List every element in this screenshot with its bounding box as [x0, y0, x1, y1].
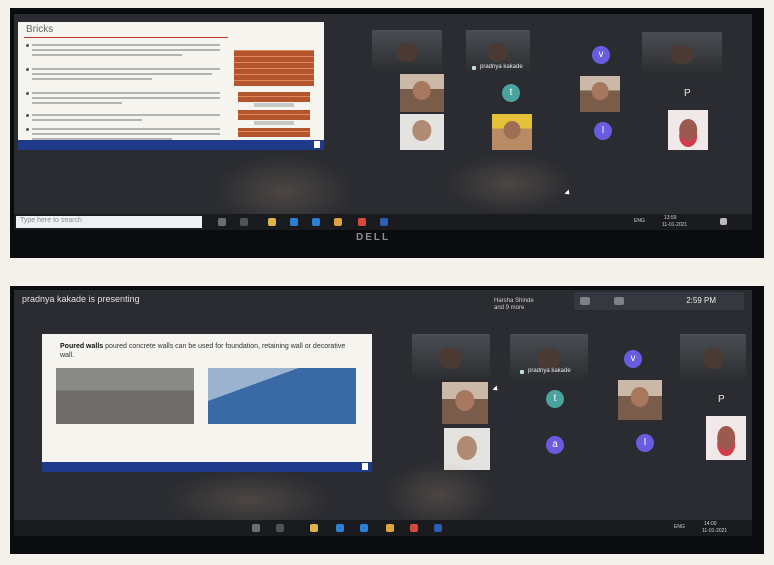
chat-icon[interactable] — [614, 297, 624, 305]
presenting-banner: pradnya kakade is presenting — [22, 294, 140, 304]
windows-taskbar: ENG 14:00 11-01-2021 — [14, 520, 752, 536]
edge-icon[interactable] — [290, 218, 298, 226]
participant-video-tile[interactable] — [444, 428, 490, 470]
participant-video-tile[interactable] — [580, 76, 620, 112]
participant-avatar[interactable]: v — [592, 46, 610, 64]
brick-image — [238, 128, 310, 137]
slide-footer-bar — [18, 140, 324, 150]
participant-name-label: pradnya kakade — [528, 368, 571, 374]
participant-video-tile[interactable] — [400, 114, 444, 150]
participant-video-tile[interactable] — [618, 380, 662, 420]
brick-caption — [254, 103, 294, 107]
participant-avatar[interactable]: a — [546, 436, 564, 454]
start-icon[interactable] — [218, 218, 226, 226]
language-indicator[interactable]: ENG — [674, 524, 685, 530]
participant-avatar[interactable]: I — [636, 434, 654, 452]
slide-bullet — [26, 42, 222, 62]
file-explorer-icon[interactable] — [310, 524, 318, 532]
toolbar-icon[interactable] — [580, 297, 590, 305]
chrome-icon[interactable] — [358, 218, 366, 226]
pin-icon — [472, 66, 476, 70]
start-icon[interactable] — [252, 524, 260, 532]
participant-video-tile[interactable] — [492, 114, 532, 150]
poured-wall-photo — [208, 368, 356, 424]
slide-footer-bar — [42, 462, 372, 472]
taskbar-search-box[interactable]: Type here to search — [16, 216, 202, 228]
edge-icon[interactable] — [336, 524, 344, 532]
app-icon[interactable] — [434, 524, 442, 532]
participant-video-tile[interactable] — [668, 110, 708, 150]
participant-video-tile[interactable] — [442, 382, 488, 424]
title-underline — [24, 37, 228, 38]
participant-avatar[interactable]: I — [594, 122, 612, 140]
meeting-clock: 2:59 PM — [686, 296, 716, 305]
clock-time[interactable]: 13:59 — [664, 215, 677, 221]
task-view-icon[interactable] — [276, 524, 284, 532]
dell-logo: DELL — [356, 232, 391, 243]
presenter-name: Harsha Shinde — [494, 298, 534, 304]
app-icon[interactable] — [334, 218, 342, 226]
slide-title: Bricks — [26, 24, 54, 35]
slide-bullet — [26, 90, 222, 110]
participant-video-tile[interactable] — [400, 74, 444, 112]
task-view-icon[interactable] — [240, 218, 248, 226]
pin-icon — [520, 370, 524, 374]
participant-video-tile[interactable] — [680, 334, 746, 380]
search-placeholder: Type here to search — [20, 217, 82, 224]
participant-avatar[interactable]: v — [624, 350, 642, 368]
brick-caption — [254, 121, 294, 125]
clock-time[interactable]: 14:00 — [704, 521, 717, 527]
language-indicator[interactable]: ENG — [634, 218, 645, 224]
participant-initial: P — [684, 88, 691, 99]
slide-bullet — [26, 66, 222, 86]
meeting-toolbar: 2:59 PM — [574, 292, 744, 310]
participant-avatar[interactable]: t — [546, 390, 564, 408]
presenter-chip[interactable]: Harsha Shinde and 9 more — [494, 298, 534, 312]
clock-date[interactable]: 11-01-2021 — [662, 222, 687, 228]
app-icon[interactable] — [386, 524, 394, 532]
brick-image — [238, 92, 310, 102]
participant-video-tile[interactable] — [412, 334, 490, 380]
mouse-cursor — [492, 385, 500, 393]
chrome-icon[interactable] — [410, 524, 418, 532]
store-icon[interactable] — [360, 524, 368, 532]
bullet-bold: Poured walls — [60, 343, 104, 350]
participant-video-tile[interactable] — [642, 32, 722, 74]
slide-bullet: Poured walls poured concrete walls can b… — [60, 342, 360, 360]
presenter-more: and 9 more — [494, 305, 525, 311]
notification-icon[interactable] — [720, 218, 727, 225]
screen: pradnya kakade is presenting Harsha Shin… — [14, 290, 752, 536]
screen: Bricks pradnya kakade t v P I Type here … — [14, 14, 752, 230]
participant-video-tile[interactable] — [372, 30, 442, 72]
photo-laptop-screen-1: Bricks pradnya kakade t v P I Type here … — [10, 8, 764, 258]
photo-laptop-screen-2: pradnya kakade is presenting Harsha Shin… — [10, 286, 764, 554]
presentation-slide: Poured walls poured concrete walls can b… — [42, 334, 372, 472]
brick-wall-image — [234, 50, 314, 86]
mouse-cursor — [564, 189, 572, 197]
participant-initial: P — [718, 394, 725, 405]
brick-image — [238, 110, 310, 120]
file-explorer-icon[interactable] — [268, 218, 276, 226]
participant-name-label: pradnya kakade — [480, 64, 523, 70]
poured-wall-photo — [56, 368, 194, 424]
store-icon[interactable] — [312, 218, 320, 226]
presentation-slide: Bricks — [18, 22, 324, 150]
participant-video-tile[interactable] — [706, 416, 746, 460]
clock-date[interactable]: 11-01-2021 — [702, 528, 727, 534]
bullet-text: poured concrete walls can be used for fo… — [60, 343, 346, 359]
participant-avatar[interactable]: t — [502, 84, 520, 102]
app-icon[interactable] — [380, 218, 388, 226]
windows-taskbar: Type here to search ENG 13:59 11-01-2021 — [14, 214, 752, 230]
